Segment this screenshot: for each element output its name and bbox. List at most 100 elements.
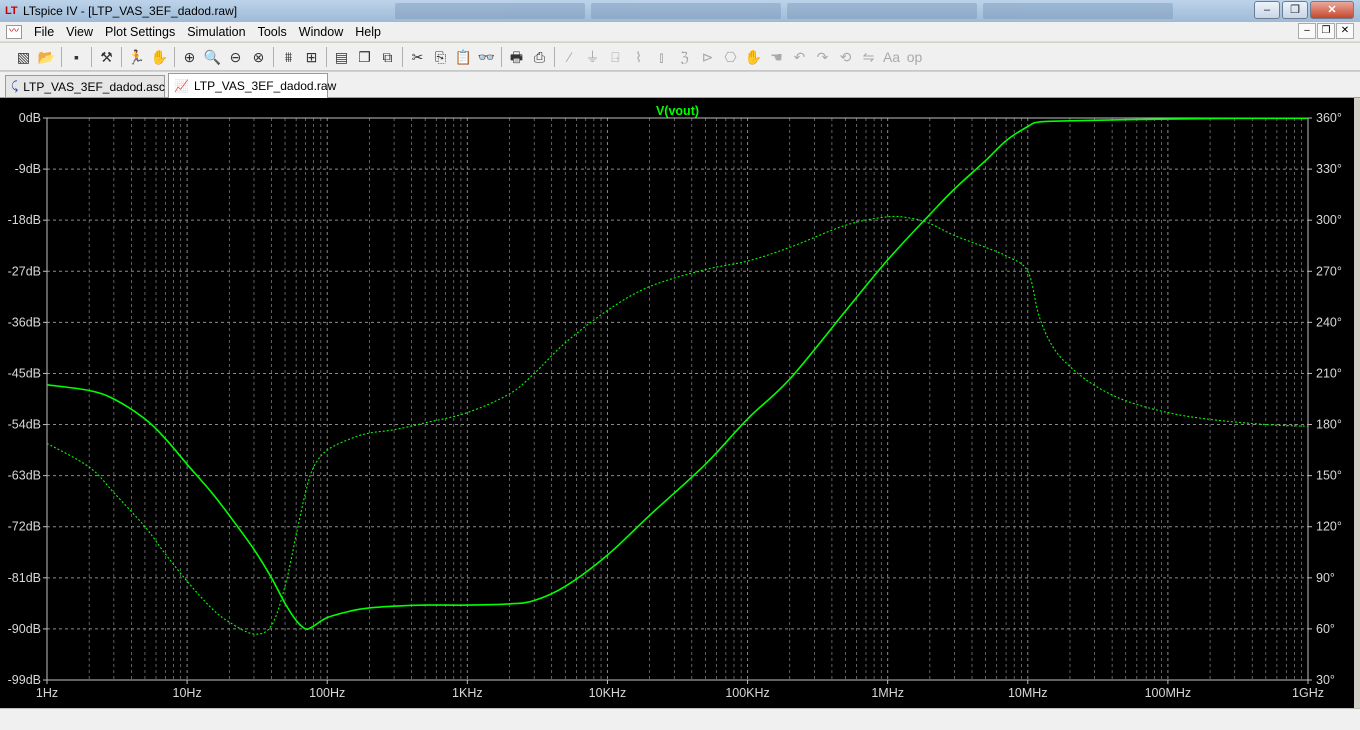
- zoom-fit-icon[interactable]: ⊗: [248, 46, 270, 68]
- menu-file[interactable]: File: [28, 25, 60, 39]
- y-left-tick-label: -18dB: [8, 213, 41, 227]
- y-left-tick-label: -36dB: [8, 315, 41, 329]
- spice-directive-icon[interactable]: op: [904, 46, 926, 68]
- cascade-icon[interactable]: ❐: [354, 46, 376, 68]
- toolbar-separator: [402, 46, 403, 67]
- menu-simulation[interactable]: Simulation: [181, 25, 251, 39]
- menu-view[interactable]: View: [60, 25, 99, 39]
- waveform-plot[interactable]: 0dB -9dB -18dB -27dB -36dB -45dB -54dB -63dB -72…: [0, 98, 1354, 708]
- label-icon[interactable]: ⍈: [605, 46, 627, 68]
- maximize-button[interactable]: ❐: [1282, 1, 1308, 19]
- y-left-tick-label: -81dB: [8, 571, 41, 585]
- cut-icon[interactable]: ✂: [407, 46, 429, 68]
- pick-trace-icon[interactable]: ⊞: [301, 46, 323, 68]
- y-right-tick-label: 270°: [1316, 264, 1342, 278]
- x-tick-label: 1MHz: [871, 686, 904, 700]
- mirror-icon[interactable]: ⇋: [858, 46, 880, 68]
- diode-icon[interactable]: ⊳: [697, 46, 719, 68]
- y-left-tick-label: -72dB: [8, 520, 41, 534]
- y-left-tick-label: -45dB: [8, 366, 41, 380]
- tab-schematic[interactable]: ⤹ LTP_VAS_3EF_dadod.asc: [5, 75, 165, 97]
- halt-icon[interactable]: ✋: [149, 46, 171, 68]
- print-setup-icon[interactable]: 🖶: [506, 46, 528, 68]
- paste-icon[interactable]: 📋: [453, 46, 475, 68]
- capacitor-icon[interactable]: ⫾: [651, 46, 673, 68]
- toolbar-separator: [501, 46, 502, 67]
- menu-tools[interactable]: Tools: [252, 25, 293, 39]
- inductor-icon[interactable]: ℨ: [674, 46, 696, 68]
- tab-waveform[interactable]: 📈 LTP_VAS_3EF_dadod.raw: [168, 73, 336, 98]
- find-icon[interactable]: 👓: [476, 46, 498, 68]
- minimize-button[interactable]: –: [1254, 1, 1280, 19]
- toolbar-separator: [273, 46, 274, 67]
- ltspice-icon: LT: [5, 5, 18, 17]
- close-button[interactable]: ✕: [1310, 1, 1354, 19]
- wire-icon[interactable]: ∕: [559, 46, 581, 68]
- plot-pane[interactable]: 0dB -9dB -18dB -27dB -36dB -45dB -54dB -63dB -72…: [0, 98, 1360, 730]
- menu-help[interactable]: Help: [349, 25, 387, 39]
- doc-minimize-button[interactable]: –: [1298, 23, 1316, 39]
- tab-label: LTP_VAS_3EF_dadod.asc: [23, 79, 165, 94]
- waveform-doc-icon[interactable]: 〰: [6, 24, 22, 39]
- tab-label: LTP_VAS_3EF_dadod.raw: [193, 79, 337, 93]
- resistor-icon[interactable]: ⌇: [628, 46, 650, 68]
- toolbar-separator: [61, 46, 62, 67]
- move-icon[interactable]: ✋: [743, 46, 765, 68]
- y-right-tick-label: 330°: [1316, 162, 1342, 176]
- run-icon[interactable]: 🏃: [126, 46, 148, 68]
- close-all-icon[interactable]: ⧉: [377, 46, 399, 68]
- y-right-tick-label: 60°: [1316, 622, 1335, 636]
- trace-title: V(vout): [656, 104, 699, 118]
- toolbar: ▧ 📂 ▪ ⚒ 🏃 ✋ ⊕ 🔍 ⊖ ⊗ ⩩ ⊞ ▤ ❐ ⧉ ✂ ⎘ 📋 👓 🖶 ⎙ ∕ ⏚ ⍈ ⌇ ⫾ ℨ ⊳ ⎔ ✋ ☚ ↶ ↷ ⟲ ⇋ Aa op: [0, 43, 1360, 71]
- y-left-tick-label: -90dB: [8, 622, 41, 636]
- save-icon[interactable]: ▪: [66, 46, 88, 68]
- y-left-tick-label: -99dB: [8, 673, 41, 687]
- y-left-tick-label: -54dB: [8, 418, 41, 432]
- menu-window[interactable]: Window: [293, 25, 349, 39]
- x-tick-label: 10KHz: [589, 686, 627, 700]
- y-right-tick-label: 90°: [1316, 571, 1335, 585]
- zoom-out-icon[interactable]: ⊖: [225, 46, 247, 68]
- open-icon[interactable]: 📂: [36, 46, 58, 68]
- document-controls: – ❐ ✕: [1298, 23, 1354, 39]
- control-panel-icon[interactable]: ⚒: [96, 46, 118, 68]
- phase-trace: [46, 215, 1309, 635]
- y-left-tick-label: 0dB: [19, 111, 41, 125]
- redo-icon[interactable]: ↷: [812, 46, 834, 68]
- toolbar-separator: [554, 46, 555, 67]
- doc-close-button[interactable]: ✕: [1336, 23, 1354, 39]
- plot-scrollbar[interactable]: [1354, 98, 1360, 730]
- y-right-tick-label: 210°: [1316, 366, 1342, 380]
- text-icon[interactable]: Aa: [881, 46, 903, 68]
- tile-horizontal-icon[interactable]: ▤: [331, 46, 353, 68]
- x-tick-label: 100Hz: [309, 686, 345, 700]
- component-icon[interactable]: ⎔: [720, 46, 742, 68]
- schematic-icon: ⤹: [11, 79, 19, 93]
- drag-icon[interactable]: ☚: [766, 46, 788, 68]
- toolbar-separator: [91, 46, 92, 67]
- y-right-tick-label: 240°: [1316, 315, 1342, 329]
- undo-icon[interactable]: ↶: [789, 46, 811, 68]
- y-right-tick-label: 180°: [1316, 418, 1342, 432]
- y-left-tick-label: -9dB: [15, 162, 41, 176]
- menu-plot-settings[interactable]: Plot Settings: [99, 25, 181, 39]
- document-tabs: ⤹ LTP_VAS_3EF_dadod.asc 📈 LTP_VAS_3EF_da…: [0, 72, 1360, 98]
- doc-restore-button[interactable]: ❐: [1317, 23, 1335, 39]
- rotate-icon[interactable]: ⟲: [835, 46, 857, 68]
- toolbar-separator: [174, 46, 175, 67]
- print-icon[interactable]: ⎙: [529, 46, 551, 68]
- zoom-area-icon[interactable]: 🔍: [202, 46, 224, 68]
- new-schematic-icon[interactable]: ▧: [13, 46, 35, 68]
- autorange-icon[interactable]: ⩩: [278, 46, 300, 68]
- title-bar: LT LTspice IV - [LTP_VAS_3EF_dadod.raw] …: [0, 0, 1360, 22]
- y-right-tick-label: 120°: [1316, 520, 1342, 534]
- y-right-tick-label: 30°: [1316, 673, 1335, 687]
- toolbar-separator: [121, 46, 122, 67]
- ground-icon[interactable]: ⏚: [582, 46, 604, 68]
- toolbar-separator: [326, 46, 327, 67]
- x-tick-label: 1KHz: [452, 686, 483, 700]
- copy-icon[interactable]: ⎘: [430, 46, 452, 68]
- zoom-in-icon[interactable]: ⊕: [179, 46, 201, 68]
- x-tick-label: 100KHz: [725, 686, 769, 700]
- waveform-icon: 📈: [174, 79, 189, 93]
